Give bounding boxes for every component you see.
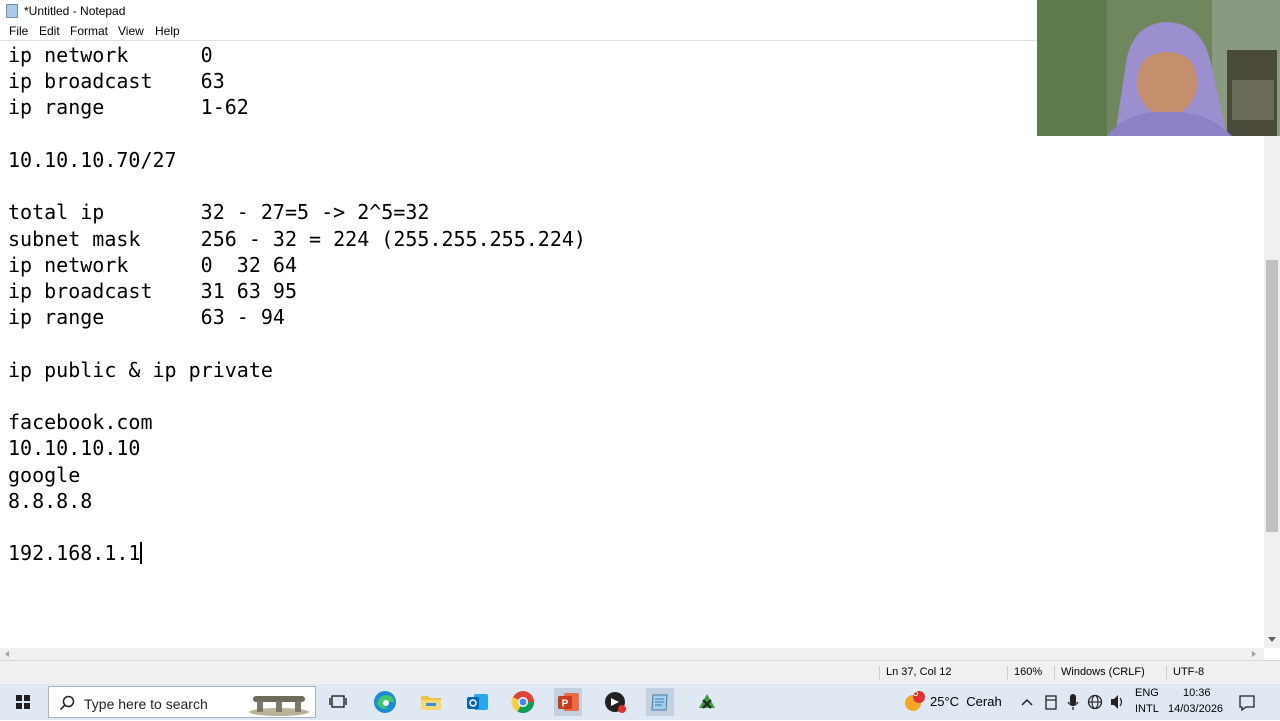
menu-file[interactable]: File [9, 24, 28, 38]
menu-edit[interactable]: Edit [39, 24, 60, 38]
chevron-up-icon[interactable] [1018, 688, 1036, 716]
zoom-level: 160% [1007, 666, 1042, 680]
webcam-image [1037, 0, 1280, 136]
microphone-icon[interactable] [1064, 688, 1082, 716]
taskbar-search[interactable]: Type here to search [48, 686, 316, 718]
editor-line: 10.10.10.70/27 [8, 148, 177, 172]
scroll-right-icon[interactable] [1252, 651, 1256, 657]
cursor-position: Ln 37, Col 12 [879, 666, 951, 680]
editor-line: ip network 0 [8, 43, 213, 67]
edge-icon[interactable] [371, 688, 399, 716]
editor-line: ip range 63 - 94 [8, 305, 285, 329]
menu-view[interactable]: View [118, 24, 144, 38]
editor-line: total ip 32 - 27=5 -> 2^5=32 [8, 200, 430, 224]
tablet-icon[interactable] [1042, 688, 1060, 716]
line-ending: Windows (CRLF) [1054, 666, 1145, 680]
current-line-text: 192.168.1.1 [8, 541, 141, 565]
chrome-icon[interactable] [509, 688, 537, 716]
editor-line: subnet mask 256 - 32 = 224 (255.255.255.… [8, 227, 586, 251]
menu-help[interactable]: Help [155, 24, 180, 38]
status-bar: Ln 37, Col 12 160% Windows (CRLF) UTF-8 [0, 660, 1280, 684]
scroll-left-icon[interactable] [5, 651, 9, 657]
search-placeholder: Type here to search [84, 696, 208, 712]
scroll-thumb[interactable] [1266, 260, 1278, 532]
notepad-icon[interactable] [646, 688, 674, 716]
editor-line: ip public & ip private [8, 358, 273, 382]
text-caret [140, 542, 143, 564]
outlook-icon[interactable] [463, 688, 491, 716]
taskbar: Type here to search P 5 25°C Cerah ENG I… [0, 684, 1280, 720]
editor-line: ip broadcast 31 63 95 [8, 279, 297, 303]
horizontal-scrollbar[interactable] [0, 648, 1264, 660]
menu-format[interactable]: Format [70, 24, 108, 38]
editor-line: ip network 0 32 64 [8, 253, 297, 277]
language-line2[interactable]: INTL [1135, 703, 1159, 715]
editor-line-current: 192.168.1.1 [8, 540, 143, 566]
editor-line: ip range 1-62 [8, 95, 249, 119]
notepad-app-icon [6, 4, 18, 18]
weather-badge: 5 [913, 688, 919, 699]
editor-line: google [8, 463, 81, 487]
app-icon[interactable] [693, 688, 721, 716]
clock-date[interactable]: 14/03/2026 [1168, 703, 1223, 715]
editor-line: ip broadcast 63 [8, 69, 225, 93]
editor-line: 10.10.10.10 [8, 436, 141, 460]
network-icon[interactable] [1086, 688, 1104, 716]
windows-icon [16, 695, 30, 709]
file-explorer-icon[interactable] [417, 688, 445, 716]
window-title: *Untitled - Notepad [24, 4, 126, 18]
clock-time[interactable]: 10:36 [1183, 687, 1211, 699]
webcam-overlay [1037, 0, 1280, 136]
search-highlight-icon [245, 688, 313, 716]
encoding: UTF-8 [1166, 666, 1204, 680]
editor-line: facebook.com [8, 410, 153, 434]
task-view-icon[interactable] [324, 688, 352, 716]
start-button[interactable] [0, 684, 46, 720]
svg-text:P: P [562, 699, 569, 710]
editor-line: 8.8.8.8 [8, 489, 93, 513]
speaker-icon[interactable] [1108, 688, 1126, 716]
recorder-icon[interactable] [601, 688, 629, 716]
search-icon [59, 695, 75, 711]
powerpoint-icon[interactable]: P [554, 688, 582, 716]
notification-icon[interactable] [1236, 688, 1258, 716]
weather-text[interactable]: 25°C Cerah [930, 694, 1002, 709]
scroll-down-icon[interactable] [1268, 637, 1276, 642]
language-line1[interactable]: ENG [1135, 687, 1159, 699]
